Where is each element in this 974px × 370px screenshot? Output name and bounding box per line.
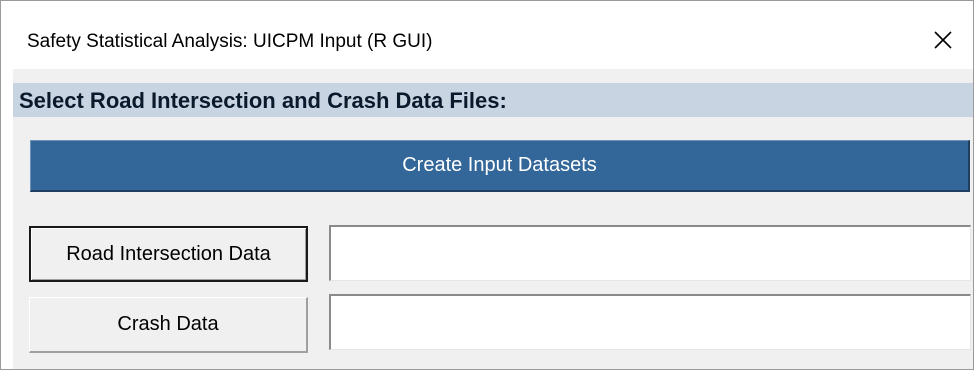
form-area: Select Road Intersection and Crash Data … (13, 69, 973, 369)
section-heading: Select Road Intersection and Crash Data … (19, 88, 507, 113)
section-heading-band: Select Road Intersection and Crash Data … (13, 83, 973, 117)
close-icon (934, 31, 952, 49)
title-bar[interactable]: Safety Statistical Analysis: UICPM Input… (1, 1, 973, 69)
road-intersection-data-button[interactable]: Road Intersection Data (29, 226, 308, 282)
crash-data-button[interactable]: Crash Data (29, 297, 308, 353)
create-input-datasets-button[interactable]: Create Input Datasets (30, 140, 970, 192)
close-button[interactable] (915, 15, 971, 65)
dialog-window: Safety Statistical Analysis: UICPM Input… (0, 0, 974, 370)
crash-data-file-field[interactable] (329, 294, 971, 350)
window-title: Safety Statistical Analysis: UICPM Input… (27, 31, 433, 52)
road-intersection-file-field[interactable] (329, 225, 971, 281)
